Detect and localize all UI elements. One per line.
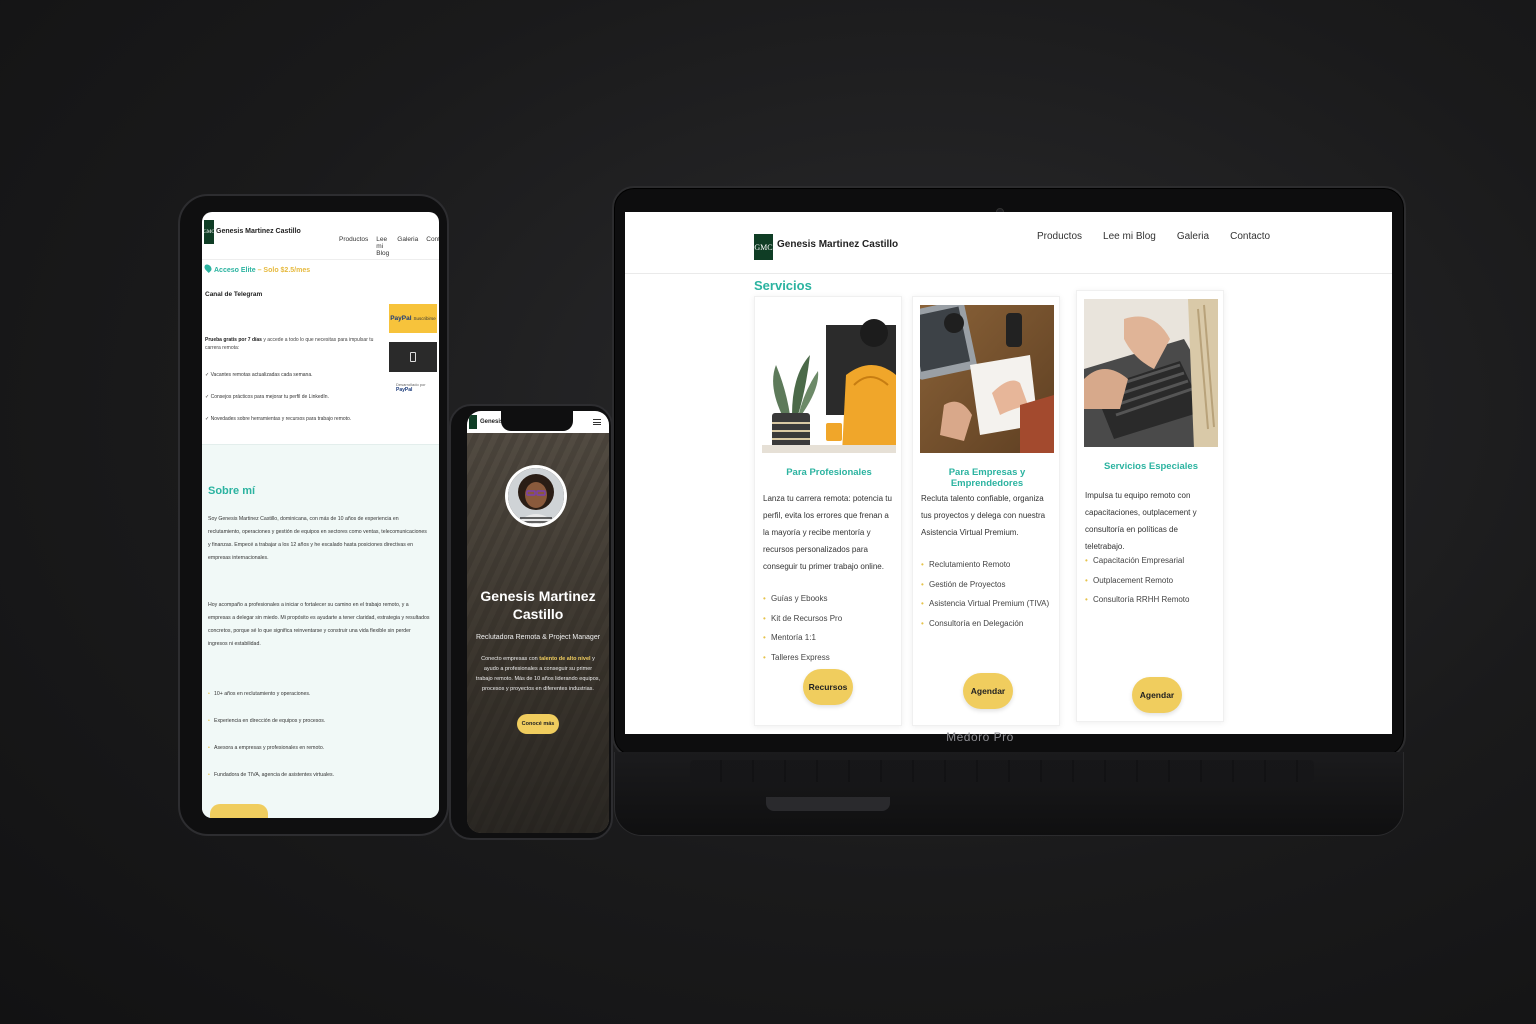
trial-bold: Prueba gratis por 7 días — [205, 337, 262, 343]
agendar-button[interactable]: Agendar — [1132, 677, 1182, 713]
conoce-mas-button[interactable]: Conocé más — [517, 714, 559, 734]
card-illustration — [762, 305, 896, 453]
nav-menu: Productos Lee mi Blog Galeria Contacto — [339, 236, 439, 257]
about-bullets: 10+ años en reclutamiento y operaciones.… — [208, 681, 334, 789]
brand-logo[interactable]: GMC — [203, 220, 215, 244]
section-title: Servicios — [754, 278, 812, 293]
card-description: Lanza tu carrera remota: potencia tu per… — [763, 494, 892, 571]
powered-by-brand: PayPal — [396, 387, 413, 393]
list-item: Gestión de Proyectos — [921, 575, 1055, 595]
paypal-sub: Suscribirse — [413, 316, 436, 321]
laptop-opening-notch — [766, 797, 890, 811]
about-section: Sobre mí Soy Genesis Martinez Castillo, … — [202, 444, 439, 818]
card-description: Recluta talento confiable, organiza tus … — [921, 494, 1046, 537]
service-card-especiales: Servicios Especiales Impulsa tu equipo r… — [1076, 290, 1224, 722]
intro-pre: Conecto empresas con — [481, 656, 540, 662]
list-item: Guías y Ebooks — [763, 589, 897, 609]
list-item: Asesora a empresas y profesionales en re… — [208, 735, 334, 762]
hamburger-menu-icon[interactable] — [593, 419, 601, 425]
brand-name[interactable]: Genesis — [480, 419, 503, 425]
card-photo — [1084, 299, 1218, 447]
access-price: – Solo $2.5/mes — [255, 267, 311, 274]
avatar-photo — [508, 468, 564, 524]
list-item: ✓ Novedades sobre herramientas y recurso… — [205, 416, 352, 422]
list-item: Mentoría 1:1 — [763, 628, 897, 648]
nav-item-contacto[interactable]: Contacto — [426, 236, 439, 257]
tablet-screen: GMC Genesis Martinez Castillo Productos … — [202, 212, 439, 818]
laptop-screen: GMC Genesis Martinez Castillo Productos … — [625, 212, 1392, 734]
list-item: Capacitación Empresarial — [1085, 551, 1219, 571]
brand-logo[interactable] — [469, 415, 477, 429]
card-list: Reclutamiento Remoto Gestión de Proyecto… — [921, 555, 1055, 633]
phone-screen: Genesis Genesis Martinez Castillo Reclut… — [467, 411, 609, 833]
agendar-button[interactable]: Agendar — [963, 673, 1013, 709]
list-item: Reclutamiento Remoto — [921, 555, 1055, 575]
hero-role: Reclutadora Remota & Project Manager — [475, 634, 601, 641]
about-paragraph: Soy Genesis Martinez Castillo, dominican… — [208, 516, 427, 561]
nav-item-galeria[interactable]: Galeria — [1177, 231, 1209, 242]
list-item: Consultoría RRHH Remoto — [1085, 590, 1219, 610]
list-item: 10+ años en reclutamiento y operaciones. — [208, 681, 334, 708]
powered-by: Desarrollado por PayPal — [396, 382, 439, 393]
avatar — [505, 465, 567, 527]
laptop-keyboard — [690, 760, 1314, 782]
laptop-model-label: Medoro Pro — [946, 730, 1014, 744]
access-label: Acceso Elite — [214, 267, 256, 274]
nav-item-galeria[interactable]: Galeria — [397, 236, 418, 257]
list-item: ✓ Vacantes remotas actualizadas cada sem… — [205, 372, 313, 378]
list-item: Kit de Recursos Pro — [763, 609, 897, 629]
card-title: Para Empresas y Emprendedores — [948, 467, 1026, 489]
phone-navbar: Genesis — [467, 411, 609, 433]
benefits-list: ✓ Vacantes remotas actualizadas cada sem… — [205, 364, 351, 430]
card-description: Impulsa tu equipo remoto con capacitacio… — [1085, 491, 1197, 551]
nav-menu: Productos Lee mi Blog Galeria Contacto — [1037, 231, 1270, 242]
recursos-button[interactable]: Recursos — [803, 669, 853, 705]
nav-item-blog[interactable]: Lee mi Blog — [1103, 231, 1156, 242]
about-title: Sobre mí — [208, 485, 256, 497]
service-card-empresas: Para Empresas y Emprendedores Recluta ta… — [912, 296, 1060, 726]
access-elite-heading: Acceso Elite – Solo $2.5/mes — [203, 263, 311, 274]
phone-icon — [410, 352, 416, 362]
nav-item-productos[interactable]: Productos — [339, 236, 368, 257]
list-item: Consultoría en Delegación — [921, 614, 1055, 634]
nav-item-blog[interactable]: Lee mi Blog — [376, 236, 389, 257]
list-item: Experiencia en dirección de equipos y pr… — [208, 708, 334, 735]
phone-notch — [501, 411, 573, 431]
service-card-profesionales: Para Profesionales Lanza tu carrera remo… — [754, 296, 902, 726]
paypal-subscribe-button[interactable]: PayPal Suscribirse — [389, 304, 437, 333]
brand-logo[interactable]: GMC — [754, 234, 773, 260]
about-paragraph: Hoy acompaño a profesionales a iniciar o… — [208, 602, 430, 647]
nav-item-contacto[interactable]: Contacto — [1230, 231, 1270, 242]
hero-intro: Conecto empresas con talento de alto niv… — [475, 654, 601, 694]
location-pin-icon — [203, 263, 213, 273]
device-mockup-scene: GMC Genesis Martinez Castillo Productos … — [0, 0, 1536, 1024]
list-item: Fundadora de TIVA, agencia de asistentes… — [208, 762, 334, 789]
laptop-navbar: GMC Genesis Martinez Castillo Productos … — [625, 212, 1392, 274]
list-item: Talleres Express — [763, 648, 897, 668]
brand-name[interactable]: Genesis Martinez Castillo — [777, 239, 898, 250]
card-title: Servicios Especiales — [1103, 461, 1198, 472]
cta-button[interactable] — [210, 804, 268, 818]
card-photo — [920, 305, 1054, 453]
nav-item-productos[interactable]: Productos — [1037, 231, 1082, 242]
brand-name[interactable]: Genesis Martinez Castillo — [216, 228, 301, 235]
intro-highlight: talento de alto nivel — [539, 656, 591, 662]
card-list: Capacitación Empresarial Outplacement Re… — [1085, 551, 1219, 610]
list-item: ✓ Consejos prácticos para mejorar tu per… — [205, 394, 329, 400]
trial-text: Prueba gratis por 7 días y accede a todo… — [205, 336, 380, 352]
card-payment-button[interactable] — [389, 342, 437, 372]
list-item: Asistencia Virtual Premium (TIVA) — [921, 594, 1055, 614]
list-item: Outplacement Remoto — [1085, 571, 1219, 591]
card-list: Guías y Ebooks Kit de Recursos Pro Mento… — [763, 589, 897, 667]
telegram-channel-label: Canal de Telegram — [205, 291, 263, 298]
hero-name: Genesis Martinez Castillo — [480, 588, 596, 622]
tablet-navbar: GMC Genesis Martinez Castillo Productos … — [202, 212, 439, 260]
paypal-label: PayPal — [390, 315, 412, 322]
card-title: Para Profesionales — [786, 467, 872, 478]
